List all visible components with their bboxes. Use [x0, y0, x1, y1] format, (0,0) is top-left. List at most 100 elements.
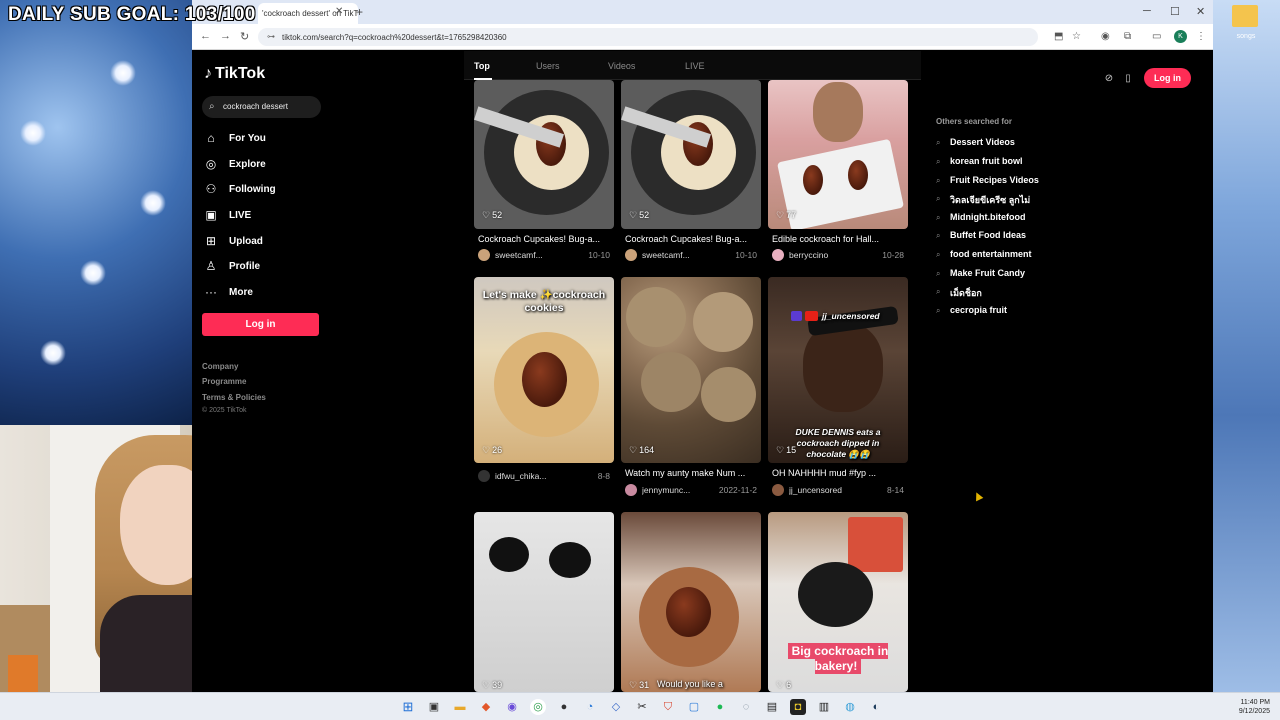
video-card[interactable]: ♡ 52 Cockroach Cupcakes! Bug-a... sweetca… [474, 80, 614, 265]
video-card[interactable]: ♡ 52 Cockroach Cupcakes! Bug-a... sweetca… [621, 80, 761, 265]
sidebar-item-more[interactable]: ··· More [204, 285, 334, 303]
task-view-icon[interactable]: ▣ [426, 699, 442, 715]
sidebar-item-explore[interactable]: ◎ Explore [204, 157, 334, 175]
app-icon[interactable]: ◇ [608, 699, 624, 715]
video-thumbnail[interactable]: Big cockroach in bakery! ♡ 6 [768, 512, 908, 692]
search-input[interactable]: ⌕ cockroach dessert [202, 96, 321, 118]
extensions-icon[interactable]: ⧉ [1124, 31, 1131, 42]
video-author[interactable]: sweetcamf... [642, 250, 722, 260]
suggestion-item[interactable]: ⌕ เม็ดช็อก [936, 286, 1066, 300]
avatar[interactable] [772, 249, 784, 261]
mobile-icon[interactable]: ▯ [1121, 73, 1135, 87]
terminal-icon[interactable]: ▤ [764, 699, 780, 715]
app-window-icon[interactable]: ▢ [686, 699, 702, 715]
minimize-icon[interactable]: ─ [1143, 5, 1151, 17]
video-thumbnail[interactable]: jj_uncensored DUKE DENNIS eats a cockroa… [768, 277, 908, 463]
chrome-icon[interactable]: ◎ [530, 699, 546, 715]
tiktok-logo[interactable]: ♪ TikTok [204, 65, 265, 83]
tab-top[interactable]: Top [474, 61, 490, 71]
app-globe-icon[interactable]: ◍ [842, 699, 858, 715]
video-card[interactable]: ♡ 77 Edible cockroach for Hall... berrycc… [768, 80, 908, 265]
sidebar-item-live[interactable]: ▣ LIVE [204, 208, 334, 226]
video-thumbnail[interactable]: ♡ 52 [621, 80, 761, 229]
sidebar-item-for-you[interactable]: ⌂ For You [204, 131, 334, 149]
system-clock[interactable]: 11:40 PM 9/12/2025 [1226, 698, 1270, 716]
tab-videos[interactable]: Videos [608, 61, 635, 71]
video-thumbnail[interactable]: Let's make ✨cockroach cookies ♡ 26 [474, 277, 614, 463]
video-thumbnail[interactable]: Would you like a ♡ 31 [621, 512, 761, 692]
windows-start-icon[interactable]: ⊞ [400, 699, 416, 715]
shield-icon[interactable]: ⛉ [660, 699, 676, 715]
avatar[interactable] [625, 484, 637, 496]
video-card[interactable]: jj_uncensored DUKE DENNIS eats a cockroa… [768, 277, 908, 502]
video-thumbnail[interactable]: ♡ 52 [474, 80, 614, 229]
suggestion-item[interactable]: ⌕ food entertainment [936, 249, 1066, 263]
avatar[interactable] [478, 249, 490, 261]
site-info-icon[interactable]: ⊶ [267, 32, 275, 41]
sidebar-item-profile[interactable]: ♙ Profile [204, 259, 334, 277]
video-thumbnail[interactable]: ♡ 39 [474, 512, 614, 692]
login-top-button[interactable]: Log in [1144, 68, 1191, 88]
bookmark-star-icon[interactable]: ☆ [1072, 31, 1081, 42]
footer-terms-link[interactable]: Terms & Policies [202, 393, 266, 402]
suggestion-item[interactable]: ⌕ cecropia fruit [936, 305, 1066, 319]
steam-icon[interactable]: ◐ [868, 699, 884, 715]
brave-icon[interactable]: ◆ [478, 699, 494, 715]
login-button[interactable]: Log in [202, 313, 319, 336]
capcut-icon[interactable]: ✂ [634, 699, 650, 715]
sidebar-item-upload[interactable]: ⊞ Upload [204, 234, 334, 252]
app-generic-icon[interactable]: ◌ [738, 699, 754, 715]
suggestion-item[interactable]: ⌕ Buffet Food Ideas [936, 230, 1066, 244]
video-author[interactable]: sweetcamf... [495, 250, 575, 260]
video-card[interactable]: Big cockroach in bakery! ♡ 6 [768, 512, 908, 692]
suggestion-item[interactable]: ⌕ Dessert Videos [936, 137, 1066, 151]
console-icon[interactable]: ▥ [816, 699, 832, 715]
suggestion-item[interactable]: ⌕ korean fruit bowl [936, 156, 1066, 170]
close-tab-icon[interactable]: ✕ [335, 6, 343, 17]
suggestion-item[interactable]: ⌕ Midnight.bitefood [936, 212, 1066, 226]
app-yellow-icon[interactable]: ◘ [790, 699, 806, 715]
video-thumbnail[interactable]: ♡ 77 [768, 80, 908, 229]
video-thumbnail[interactable]: ♡ 164 [621, 277, 761, 463]
file-explorer-icon[interactable]: ▬ [452, 699, 468, 715]
sidebar-item-following[interactable]: ⚇ Following [204, 182, 334, 200]
video-card[interactable]: Would you like a ♡ 31 [621, 512, 761, 692]
avatar[interactable] [478, 470, 490, 482]
video-author[interactable]: idfwu_chika... [495, 471, 575, 481]
suggestion-item[interactable]: ⌕ Fruit Recipes Videos [936, 175, 1066, 189]
suggestion-item[interactable]: ⌕ Make Fruit Candy [936, 268, 1066, 282]
avatar[interactable] [772, 484, 784, 496]
back-icon[interactable]: ← [200, 30, 211, 42]
video-title[interactable]: Watch my aunty make Num ... [625, 468, 759, 478]
new-tab-icon[interactable]: + [356, 5, 363, 19]
obs-icon[interactable]: ● [556, 699, 572, 715]
suggestion-item[interactable]: ⌕ วิดลเจียขีเครีซ ลูกไม่ [936, 193, 1066, 207]
tab-live[interactable]: LIVE [685, 61, 705, 71]
video-card[interactable]: ♡ 39 [474, 512, 614, 692]
extension-audio-icon[interactable]: ◉ [1101, 31, 1110, 42]
spotify-icon[interactable]: ● [712, 699, 728, 715]
video-card[interactable]: Let's make ✨cockroach cookies ♡ 26 idfwu_… [474, 277, 614, 487]
video-title[interactable]: Cockroach Cupcakes! Bug-a... [478, 234, 612, 244]
video-title[interactable]: Cockroach Cupcakes! Bug-a... [625, 234, 759, 244]
forward-icon[interactable]: → [220, 30, 231, 42]
video-author[interactable]: jj_uncensored [789, 485, 869, 495]
tab-users[interactable]: Users [536, 61, 560, 71]
url-field[interactable]: ⊶ tiktok.com/search?q=cockroach%20desser… [258, 28, 1038, 46]
profile-avatar[interactable]: K [1174, 30, 1187, 43]
avatar[interactable] [625, 249, 637, 261]
video-card[interactable]: ♡ 164 Watch my aunty make Num ... jennymu… [621, 277, 761, 502]
video-author[interactable]: jennymunc... [642, 485, 722, 495]
discord-icon[interactable]: ◉ [504, 699, 520, 715]
footer-programme-link[interactable]: Programme [202, 377, 246, 386]
compass-icon[interactable]: ⊘ [1102, 73, 1116, 87]
maximize-icon[interactable]: ☐ [1170, 5, 1180, 18]
edge-icon[interactable]: ◔ [582, 699, 598, 715]
video-title[interactable]: Edible cockroach for Hall... [772, 234, 906, 244]
sidebar-icon[interactable]: ▭ [1152, 31, 1161, 42]
reload-icon[interactable]: ↻ [240, 30, 249, 43]
install-app-icon[interactable]: ⬒ [1054, 31, 1063, 42]
video-title[interactable]: OH NAHHHH mud #fyp ... [772, 468, 906, 478]
folder-icon[interactable] [1232, 5, 1258, 27]
menu-kebab-icon[interactable]: ⋮ [1196, 31, 1206, 42]
